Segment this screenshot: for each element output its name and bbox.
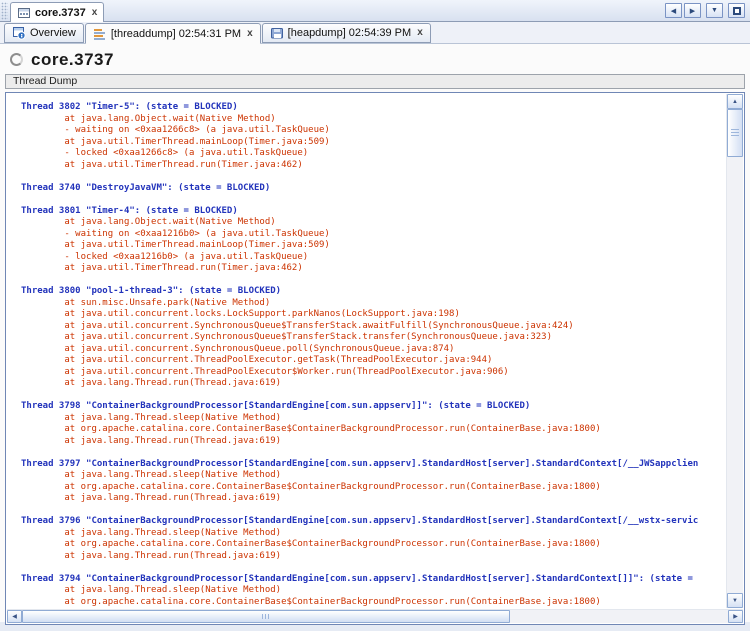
tab-label: Overview: [30, 27, 76, 39]
tab-label: [heapdump] 02:54:39 PM: [288, 27, 412, 39]
thread-dump-panel: Thread 3802 "Timer-5": (state = BLOCKED)…: [5, 92, 745, 625]
scroll-down-button[interactable]: ▼: [727, 593, 743, 608]
stack-frame-line: at java.util.TimerThread.run(Timer.java:…: [21, 263, 726, 275]
vertical-scrollbar-thumb[interactable]: [727, 109, 743, 157]
overview-icon: [12, 26, 26, 40]
scroll-right-button[interactable]: ▶: [728, 610, 743, 623]
blank-line: [21, 447, 726, 459]
scroll-left-icon: ◀: [12, 613, 17, 620]
stack-frame-line: at org.apache.catalina.core.ContainerBas…: [21, 424, 726, 436]
blank-line: [21, 390, 726, 402]
thread-header-line: Thread 3794 "ContainerBackgroundProcesso…: [21, 574, 726, 586]
stack-frame-line: at java.util.TimerThread.mainLoop(Timer.…: [21, 240, 726, 252]
tab-label: [threaddump] 02:54:31 PM: [111, 28, 241, 40]
document-body: core.3737 Thread Dump Thread 3802 "Timer…: [0, 44, 750, 622]
tab-core-3737[interactable]: core.3737 x: [10, 2, 104, 22]
scroll-tabs-right-button[interactable]: ▶: [684, 3, 701, 18]
coredump-icon: [17, 6, 31, 20]
visualvm-window: core.3737 x ◀ ▶ ▼ Overview: [0, 0, 750, 631]
page-title: core.3737: [31, 50, 114, 70]
scroll-right-icon: ▶: [733, 613, 738, 620]
maximize-button[interactable]: [728, 3, 745, 18]
horizontal-scrollbar[interactable]: ◀ ▶: [7, 609, 743, 623]
thread-header-line: Thread 3798 "ContainerBackgroundProcesso…: [21, 401, 726, 413]
view-tab-bar: Overview [threaddump] 02:54:31 PM x [hea…: [0, 22, 750, 44]
thread-header-line: Thread 3740 "DestroyJavaVM": (state = BL…: [21, 183, 726, 195]
stack-frame-line: at org.apache.catalina.core.ContainerBas…: [21, 597, 726, 609]
tab-overview[interactable]: Overview: [4, 23, 84, 43]
stack-frame-line: at java.lang.Object.wait(Native Method): [21, 217, 726, 229]
stack-frame-line: - waiting on <0xaa1266c8> (a java.util.T…: [21, 125, 726, 137]
stack-frame-line: - locked <0xaa1266c8> (a java.util.TaskQ…: [21, 148, 726, 160]
stack-frame-line: at java.util.concurrent.SynchronousQueue…: [21, 344, 726, 356]
stack-frame-line: at java.util.concurrent.locks.LockSuppor…: [21, 309, 726, 321]
coredump-ring-icon: [10, 53, 23, 66]
document-tab-bar: core.3737 x ◀ ▶ ▼: [0, 0, 750, 22]
stack-frame-line: at java.util.concurrent.SynchronousQueue…: [21, 321, 726, 333]
scroll-tabs-left-button[interactable]: ◀: [665, 3, 682, 18]
section-header: Thread Dump: [5, 74, 745, 89]
stack-frame-line: - waiting on <0xaa1216b0> (a java.util.T…: [21, 229, 726, 241]
blank-line: [21, 194, 726, 206]
stack-frame-line: at java.lang.Thread.sleep(Native Method): [21, 413, 726, 425]
stack-frame-line: at java.lang.Object.wait(Native Method): [21, 114, 726, 126]
close-icon[interactable]: x: [92, 8, 98, 18]
tab-threaddump[interactable]: [threaddump] 02:54:31 PM x: [85, 23, 261, 44]
stack-frame-line: at java.util.concurrent.ThreadPoolExecut…: [21, 355, 726, 367]
maximize-icon: [733, 7, 741, 15]
stack-frame-line: at org.apache.catalina.core.ContainerBas…: [21, 539, 726, 551]
stack-frame-line: at java.util.concurrent.ThreadPoolExecut…: [21, 367, 726, 379]
tab-heapdump[interactable]: [heapdump] 02:54:39 PM x: [262, 23, 431, 43]
stack-frame-line: at org.apache.catalina.core.ContainerBas…: [21, 482, 726, 494]
thread-header-line: Thread 3800 "pool-1-thread-3": (state = …: [21, 286, 726, 298]
stack-frame-line: at java.lang.Thread.run(Thread.java:619): [21, 378, 726, 390]
thread-header-line: Thread 3801 "Timer-4": (state = BLOCKED): [21, 206, 726, 218]
stack-frame-line: at java.util.TimerThread.run(Timer.java:…: [21, 160, 726, 172]
thread-header-line: Thread 3797 "ContainerBackgroundProcesso…: [21, 459, 726, 471]
title-row: core.3737: [0, 44, 750, 70]
scroll-up-icon: ▲: [732, 99, 738, 105]
blank-line: [21, 505, 726, 517]
heapdump-icon: [270, 26, 284, 40]
stack-frame-line: at java.lang.Thread.sleep(Native Method): [21, 528, 726, 540]
stack-frame-line: at java.lang.Thread.run(Thread.java:619): [21, 493, 726, 505]
stack-frame-line: at java.lang.Thread.sleep(Native Method): [21, 470, 726, 482]
threaddump-icon: [93, 27, 107, 41]
thread-header-line: Thread 3802 "Timer-5": (state = BLOCKED): [21, 102, 726, 114]
doc-tab-label: core.3737: [35, 7, 86, 19]
stack-frame-line: - locked <0xaa1216b0> (a java.util.TaskQ…: [21, 252, 726, 264]
scroll-down-icon: ▼: [732, 598, 738, 604]
blank-line: [21, 171, 726, 183]
stack-frame-line: at java.util.concurrent.SynchronousQueue…: [21, 332, 726, 344]
stack-frame-line: at java.lang.Thread.run(Thread.java:619): [21, 436, 726, 448]
drag-handle[interactable]: [1, 2, 8, 20]
window-controls: ◀ ▶ ▼: [665, 3, 745, 18]
close-icon[interactable]: x: [417, 28, 423, 38]
stack-frame-line: at java.util.TimerThread.mainLoop(Timer.…: [21, 137, 726, 149]
blank-line: [21, 275, 726, 287]
stack-frame-line: at java.lang.Thread.run(Thread.java:619): [21, 551, 726, 563]
blank-line: [21, 562, 726, 574]
thread-header-line: Thread 3796 "ContainerBackgroundProcesso…: [21, 516, 726, 528]
thread-dump-text: Thread 3802 "Timer-5": (state = BLOCKED)…: [7, 94, 726, 608]
stack-frame-line: at java.lang.Thread.sleep(Native Method): [21, 585, 726, 597]
stack-frame-line: at sun.misc.Unsafe.park(Native Method): [21, 298, 726, 310]
scroll-up-button[interactable]: ▲: [727, 94, 743, 109]
horizontal-scrollbar-thumb[interactable]: [22, 610, 510, 623]
scroll-left-button[interactable]: ◀: [7, 610, 22, 623]
tab-list-dropdown-button[interactable]: ▼: [706, 3, 723, 18]
close-icon[interactable]: x: [247, 29, 253, 39]
vertical-scrollbar[interactable]: ▲ ▼: [726, 94, 743, 608]
